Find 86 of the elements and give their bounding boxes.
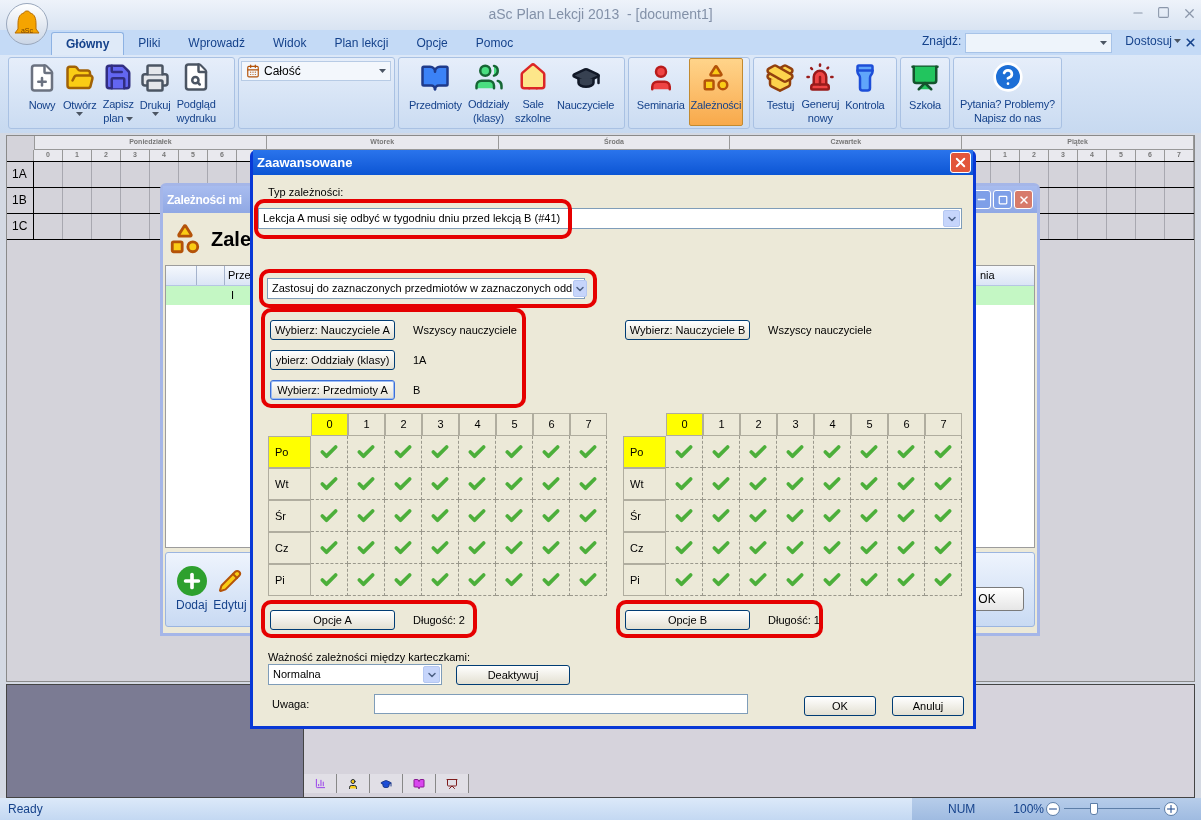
selection-value: Wszyscy nauczyciele [413,322,517,338]
column-header[interactable]: nia [980,266,1034,285]
table-cell-text: I [231,288,235,304]
ribbon-button[interactable]: Szkoła [907,57,943,126]
ribbon-button[interactable]: Seminaria [634,57,687,126]
day-header[interactable]: Pi [268,564,311,596]
day-header[interactable]: Śr [623,500,666,532]
field-label: Uwaga: [272,696,311,712]
ribbon-tab[interactable]: Główny [51,31,125,55]
day-header[interactable]: Wt [268,468,311,500]
period-header[interactable]: 2 [385,413,422,436]
window-title: Zależności mi [167,191,242,209]
day-header[interactable]: Wt [623,468,666,500]
dialog-title: Zaawansowane [257,153,353,172]
ribbon-button[interactable]: Otwórz [61,57,99,126]
period-header[interactable]: 5 [851,413,888,436]
ribbon-tab[interactable]: Widok [259,31,321,55]
ribbon-tab[interactable]: Plan lekcji [320,31,403,55]
ribbon-tab[interactable]: Pomoc [461,31,528,55]
ribbon-button[interactable]: Generuj nowy [799,57,842,126]
window-title: aSc Plan Lekcji 2013 - [document1] [488,5,713,25]
deactivate-button[interactable]: Deaktywuj [456,664,570,685]
period-header[interactable]: 7 [570,413,607,436]
day-header[interactable]: Po [623,436,666,468]
priority-combo[interactable]: Normalna [268,664,442,685]
ribbon-button[interactable]: Zależności [688,57,744,126]
class-label: 1B [7,187,34,213]
select-button[interactable]: ybierz: Oddziały (klasy) [270,350,395,370]
class-label: 1A [7,161,34,187]
ribbon-button[interactable]: Nauczyciele [555,57,617,126]
day-header[interactable]: Pi [623,564,666,596]
num-lock-indicator: NUM [948,801,976,818]
ribbon-button[interactable]: Przedmioty [406,57,464,126]
ribbon-button[interactable]: Pytania? Problemy? Napisz do nas [958,57,1057,126]
cancel-button[interactable]: Anuluj [892,696,964,716]
ribbon-button[interactable]: Drukuj [137,57,173,126]
view-combo[interactable]: Całość [241,60,391,81]
period-header[interactable]: 6 [533,413,570,436]
period-header[interactable]: 3 [777,413,814,436]
ribbon-button[interactable]: Oddziały (klasy) [465,57,512,126]
period-header[interactable]: 4 [814,413,851,436]
ribbon-button[interactable]: Nowy [25,57,59,126]
field-label: Ważność zależności między karteczkami: [268,650,470,663]
ribbon-button[interactable]: Podgląd wydruku [174,57,218,126]
period-header[interactable]: 6 [888,413,925,436]
customize-menu[interactable]: Dostosuj [1125,31,1181,50]
search-label: Znajdź: [921,32,962,50]
selection-value: Wszyscy nauczyciele [768,322,872,338]
day-header[interactable]: Śr [268,500,311,532]
selection-value: 1A [413,352,427,368]
ribbon-button[interactable]: Zapisz plan [100,57,136,126]
day-header[interactable]: Po [268,436,311,468]
length-label: Długość: 1 [768,612,820,628]
day-header[interactable]: Cz [623,532,666,564]
day-header[interactable]: Cz [268,532,311,564]
field-label: Typ zależności: [268,185,344,198]
class-label: 1C [7,213,34,239]
period-header[interactable]: 5 [496,413,533,436]
window-heading: Zale [211,227,252,252]
period-header[interactable]: 7 [925,413,962,436]
period-header[interactable]: 3 [422,413,459,436]
period-header[interactable]: 0 [311,413,348,436]
period-header[interactable]: 1 [348,413,385,436]
ribbon-button[interactable]: Testuj [763,57,798,126]
ribbon-tab[interactable]: Wprowadź [174,31,260,55]
options-button[interactable]: Opcje A [270,610,395,630]
period-header[interactable]: 2 [740,413,777,436]
ribbon-tab[interactable]: Pliki [124,31,175,55]
scope-combo[interactable]: Zastosuj do zaznaczonych przedmiotów w zaznaczonych odd [267,278,585,299]
ribbon-button[interactable]: Sale szkolne [513,57,553,126]
ok-button[interactable]: OK [804,696,876,716]
options-button[interactable]: Opcje B [625,610,750,630]
select-button[interactable]: Wybierz: Nauczyciele A [270,320,395,340]
period-header[interactable]: 4 [459,413,496,436]
length-label: Długość: 2 [413,612,465,628]
select-button[interactable]: Wybierz: Przedmioty A [270,380,395,400]
zoom-level: 100% [1013,801,1045,818]
dependency-type-combo[interactable]: Lekcja A musi się odbyć w tygodniu dniu przed lekcją B (#41) [258,208,962,229]
edit-button[interactable]: Edytuj [213,565,247,614]
select-button[interactable]: Wybierz: Nauczyciele B [625,320,750,340]
ribbon-button[interactable]: Kontrola [843,57,887,126]
ribbon-tab[interactable]: Opcje [402,31,462,55]
period-header[interactable]: 0 [666,413,703,436]
selection-value: B [413,382,421,398]
period-header[interactable]: 1 [703,413,740,436]
status-text: Ready [7,801,43,818]
